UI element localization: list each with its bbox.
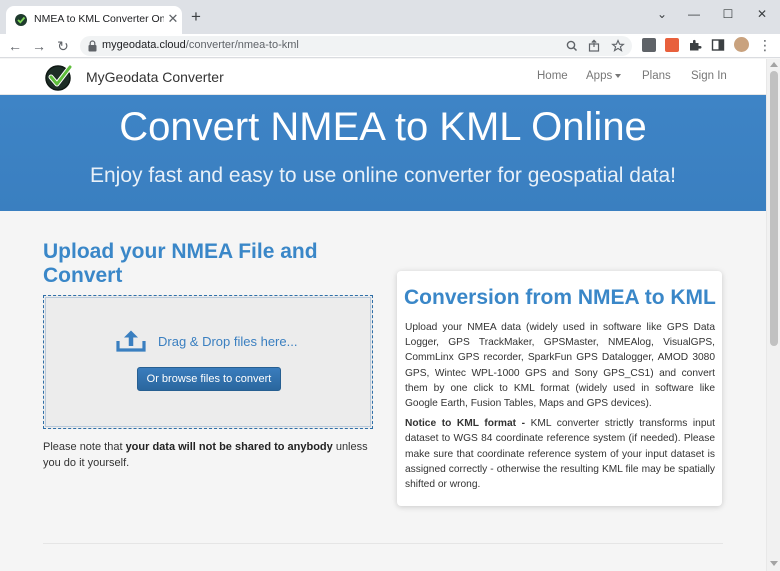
reload-icon[interactable]: ↻ (54, 37, 72, 55)
zoom-search-icon[interactable] (564, 38, 580, 54)
scroll-thumb[interactable] (770, 71, 778, 346)
scroll-down-arrow-icon[interactable] (770, 561, 778, 566)
extension-2-icon[interactable] (665, 38, 679, 52)
card-notice-bold: Notice to KML format - (405, 418, 526, 430)
browser-titlebar: NMEA to KML Converter Online ✕ + ⌄ — ☐ ✕ (0, 0, 780, 34)
favicon-icon (15, 14, 27, 26)
hero-subtitle: Enjoy fast and easy to use online conver… (89, 164, 677, 187)
mygeodata-logo[interactable] (43, 62, 75, 92)
hero-title: Convert NMEA to KML Online (119, 105, 647, 149)
share-icon[interactable] (586, 38, 602, 54)
nav-plans[interactable]: Plans (642, 70, 671, 82)
scroll-up-arrow-icon[interactable] (770, 62, 778, 67)
section-divider (43, 543, 723, 544)
new-tab-icon[interactable]: + (188, 8, 204, 25)
browse-files-button[interactable]: Or browse files to convert (137, 367, 281, 391)
back-icon[interactable]: ← (6, 37, 24, 55)
nav-home[interactable]: Home (537, 70, 568, 82)
conversion-info-card: Conversion from NMEA to KML Upload your … (397, 271, 722, 506)
upload-heading: Upload your NMEA File and Convert (43, 240, 318, 287)
profile-avatar[interactable] (734, 37, 749, 52)
card-body: Upload your NMEA data (widely used in so… (405, 320, 715, 497)
card-paragraph-1: Upload your NMEA data (widely used in so… (405, 322, 715, 410)
privacy-prefix: Please note that (43, 441, 126, 453)
url-text[interactable]: mygeodata.cloud/converter/nmea-to-kml (102, 39, 299, 51)
page-viewport: MyGeodata Converter Home Apps Plans Sign… (0, 59, 766, 571)
card-title: Conversion from NMEA to KML (404, 286, 716, 309)
privacy-note: Please note that your data will not be s… (43, 440, 373, 471)
window-close-icon[interactable]: ✕ (752, 6, 772, 22)
nav-apps-label: Apps (586, 70, 613, 82)
browser-menu-icon[interactable]: ⋮ (758, 36, 772, 54)
url-path: /converter/nmea-to-kml (185, 39, 299, 51)
minimize-icon[interactable]: — (684, 6, 704, 22)
address-bar[interactable]: mygeodata.cloud/converter/nmea-to-kml (80, 36, 632, 56)
card-notice: Notice to KML format - KML converter str… (405, 416, 715, 492)
tab-search-chevron-icon[interactable]: ⌄ (652, 6, 672, 22)
site-navbar: MyGeodata Converter Home Apps Plans Sign… (0, 59, 766, 95)
extensions-puzzle-icon[interactable] (688, 38, 702, 52)
browser-toolbar: ← → ↻ mygeodata.cloud/converter/nmea-to-… (0, 34, 780, 58)
page-scrollbar[interactable] (766, 59, 780, 571)
drag-drop-text: Drag & Drop files here... (158, 334, 298, 349)
maximize-icon[interactable]: ☐ (718, 6, 738, 22)
tab-close-icon[interactable]: ✕ (166, 11, 180, 27)
tab-title: NMEA to KML Converter Online (34, 13, 164, 25)
bookmark-star-icon[interactable] (610, 38, 626, 54)
browser-tab[interactable]: NMEA to KML Converter Online ✕ (6, 6, 182, 34)
brand-name[interactable]: MyGeodata Converter (86, 69, 224, 85)
side-panel-icon[interactable] (711, 38, 725, 52)
hero-banner: Convert NMEA to KML Online Enjoy fast an… (0, 95, 766, 211)
file-dropzone[interactable]: Drag & Drop files here... Or browse file… (43, 295, 373, 429)
upload-icon (116, 330, 146, 352)
nav-sign-in[interactable]: Sign In (691, 70, 727, 82)
privacy-bold: your data will not be shared to anybody (125, 441, 333, 453)
lock-icon (88, 40, 97, 52)
extension-1-icon[interactable] (642, 38, 656, 52)
forward-icon[interactable]: → (30, 37, 48, 55)
caret-down-icon (615, 73, 622, 78)
nav-apps[interactable]: Apps (586, 70, 622, 82)
url-domain: mygeodata.cloud (102, 39, 186, 51)
